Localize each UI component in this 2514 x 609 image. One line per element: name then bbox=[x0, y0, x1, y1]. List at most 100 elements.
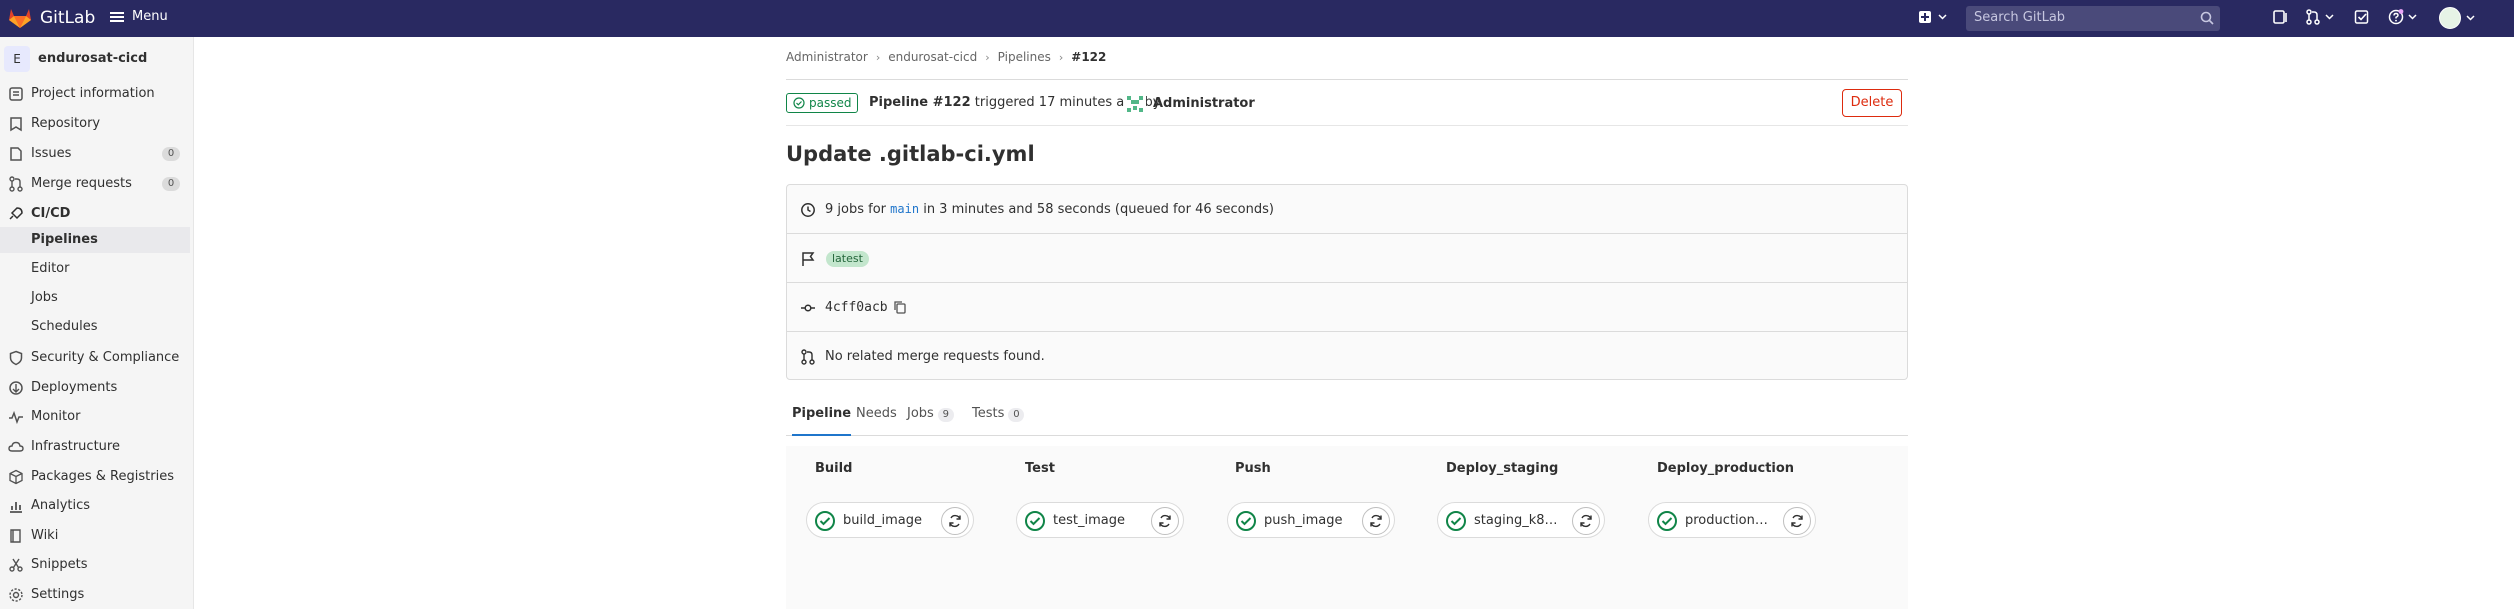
chevron-down-icon[interactable] bbox=[2466, 15, 2475, 21]
issues-nav-icon[interactable] bbox=[2272, 9, 2288, 25]
breadcrumb-current[interactable]: #122 bbox=[1071, 50, 1106, 64]
new-dropdown-button[interactable] bbox=[1918, 10, 1947, 24]
rocket-icon bbox=[9, 207, 23, 220]
project-sidebar: E endurosat-cicd Project information Rep… bbox=[0, 37, 194, 609]
todo-check-icon[interactable] bbox=[2354, 9, 2370, 25]
sidebar-item-analytics[interactable]: Analytics bbox=[0, 493, 194, 519]
job-pill[interactable]: staging_k8s... bbox=[1437, 502, 1605, 538]
tab-label: Jobs bbox=[907, 406, 934, 421]
sidebar-item-snippets[interactable]: Snippets bbox=[0, 552, 194, 578]
stage-name: Test bbox=[1025, 461, 1055, 476]
merge-request-icon bbox=[2306, 9, 2320, 25]
retry-button[interactable] bbox=[1362, 507, 1390, 535]
breadcrumb-item[interactable]: endurosat-cicd bbox=[888, 50, 977, 64]
sidebar-item-settings[interactable]: Settings bbox=[0, 582, 194, 608]
sidebar-item-cicd[interactable]: CI/CD bbox=[0, 201, 194, 227]
retry-button[interactable] bbox=[1783, 507, 1811, 535]
job-pill[interactable]: test_image bbox=[1016, 502, 1184, 538]
tab-tests[interactable]: Tests 0 bbox=[972, 406, 1025, 436]
merge-requests-row: No related merge requests found. bbox=[787, 332, 1907, 381]
tab-needs[interactable]: Needs bbox=[856, 406, 897, 436]
page-title: Update .gitlab-ci.yml bbox=[786, 142, 1035, 166]
shield-icon bbox=[9, 350, 23, 366]
sidebar-item-label: Settings bbox=[31, 587, 85, 602]
user-avatar[interactable] bbox=[2439, 7, 2461, 29]
pipeline-user-link[interactable]: Administrator bbox=[1153, 96, 1255, 111]
chevron-right-icon: › bbox=[985, 50, 990, 64]
search-icon bbox=[2200, 11, 2214, 25]
sidebar-item-infrastructure[interactable]: Infrastructure bbox=[0, 434, 194, 460]
gitlab-logo-icon[interactable] bbox=[8, 7, 32, 29]
help-dropdown-button[interactable] bbox=[2388, 9, 2417, 25]
user-avatar[interactable] bbox=[1124, 93, 1146, 115]
sidebar-item-merge-requests[interactable]: Merge requests 0 bbox=[0, 171, 194, 197]
tab-jobs[interactable]: Jobs 9 bbox=[907, 406, 954, 436]
job-pill[interactable]: build_image bbox=[806, 502, 974, 538]
job-name: staging_k8s... bbox=[1474, 513, 1560, 528]
merge-requests-nav-button[interactable] bbox=[2305, 9, 2334, 25]
commit-icon bbox=[801, 304, 815, 312]
breadcrumb: Administrator › endurosat-cicd › Pipelin… bbox=[786, 50, 1106, 64]
sidebar-item-label: Merge requests bbox=[31, 176, 132, 191]
gitlab-brand[interactable]: GitLab bbox=[40, 8, 95, 28]
copy-icon[interactable] bbox=[893, 300, 907, 314]
breadcrumb-item[interactable]: Pipelines bbox=[998, 50, 1051, 64]
sidebar-item-repository[interactable]: Repository bbox=[0, 111, 194, 137]
sidebar-item-monitor[interactable]: Monitor bbox=[0, 404, 194, 430]
sidebar-subitem-jobs[interactable]: Jobs bbox=[0, 285, 190, 311]
retry-button[interactable] bbox=[941, 507, 969, 535]
sidebar-item-project-information[interactable]: Project information bbox=[0, 81, 194, 107]
branch-link[interactable]: main bbox=[890, 202, 919, 216]
sidebar-item-wiki[interactable]: Wiki bbox=[0, 523, 194, 549]
job-name: push_image bbox=[1264, 513, 1343, 528]
tab-count-badge: 0 bbox=[1008, 408, 1025, 422]
check-circle-icon bbox=[793, 97, 805, 109]
sidebar-item-label: Wiki bbox=[31, 528, 59, 543]
flag-icon bbox=[802, 252, 815, 266]
merge-request-icon bbox=[9, 176, 23, 192]
snippet-icon bbox=[9, 558, 23, 572]
tab-label: Needs bbox=[856, 406, 897, 421]
status-success-icon bbox=[815, 511, 835, 531]
sidebar-item-deployments[interactable]: Deployments bbox=[0, 375, 194, 401]
retry-button[interactable] bbox=[1151, 507, 1179, 535]
sidebar-item-label: Security & Compliance bbox=[31, 350, 180, 365]
sidebar-item-packages-registries[interactable]: Packages & Registries bbox=[0, 464, 194, 490]
divider bbox=[786, 79, 1908, 80]
job-name: production_k... bbox=[1685, 513, 1771, 528]
issues-count-badge: 0 bbox=[162, 147, 180, 161]
pipeline-graph: Build Test Push Deploy_staging Deploy_pr… bbox=[786, 446, 1908, 609]
tab-pipeline[interactable]: Pipeline bbox=[792, 406, 852, 436]
job-pill[interactable]: production_k... bbox=[1648, 502, 1816, 538]
sidebar-subitem-label: Pipelines bbox=[31, 232, 98, 247]
breadcrumb-item[interactable]: Administrator bbox=[786, 50, 868, 64]
pipeline-header-text: Pipeline #122 triggered 17 minutes ago b… bbox=[869, 95, 1160, 110]
chevron-right-icon: › bbox=[875, 50, 881, 64]
tab-label: Pipeline bbox=[792, 406, 852, 421]
no-mr-text: No related merge requests found. bbox=[825, 349, 1045, 364]
clock-icon bbox=[801, 203, 815, 217]
commit-sha-link[interactable]: 4cff0acb bbox=[825, 300, 888, 315]
menu-button[interactable]: Menu bbox=[110, 9, 168, 24]
duration-text: in 3 minutes and 58 seconds (queued for … bbox=[923, 202, 1274, 217]
stage-header: Deploy_production bbox=[1657, 460, 1794, 476]
delete-button[interactable]: Delete bbox=[1842, 89, 1902, 117]
sidebar-item-label: Packages & Registries bbox=[31, 469, 174, 484]
sidebar-subitem-schedules[interactable]: Schedules bbox=[0, 314, 190, 340]
sidebar-item-label: CI/CD bbox=[31, 206, 71, 221]
status-badge[interactable]: passed bbox=[786, 93, 859, 113]
retry-button[interactable] bbox=[1572, 507, 1600, 535]
job-pill[interactable]: push_image bbox=[1227, 502, 1395, 538]
sidebar-subitem-editor[interactable]: Editor bbox=[0, 256, 190, 282]
sidebar-project-header[interactable]: E endurosat-cicd bbox=[0, 45, 194, 73]
gear-icon bbox=[9, 588, 23, 602]
commit-row: 4cff0acb bbox=[787, 283, 1907, 332]
sidebar-subitem-label: Jobs bbox=[31, 290, 58, 305]
search-input[interactable]: Search GitLab bbox=[1966, 6, 2220, 31]
sidebar-item-issues[interactable]: Issues 0 bbox=[0, 141, 194, 167]
monitor-icon bbox=[9, 410, 23, 425]
sidebar-item-security-compliance[interactable]: Security & Compliance bbox=[0, 345, 194, 371]
sidebar-item-label: Project information bbox=[31, 86, 155, 101]
sidebar-subitem-pipelines[interactable]: Pipelines bbox=[0, 227, 190, 253]
pipeline-info-box: 9 jobs for main in 3 minutes and 58 seco… bbox=[786, 184, 1908, 380]
